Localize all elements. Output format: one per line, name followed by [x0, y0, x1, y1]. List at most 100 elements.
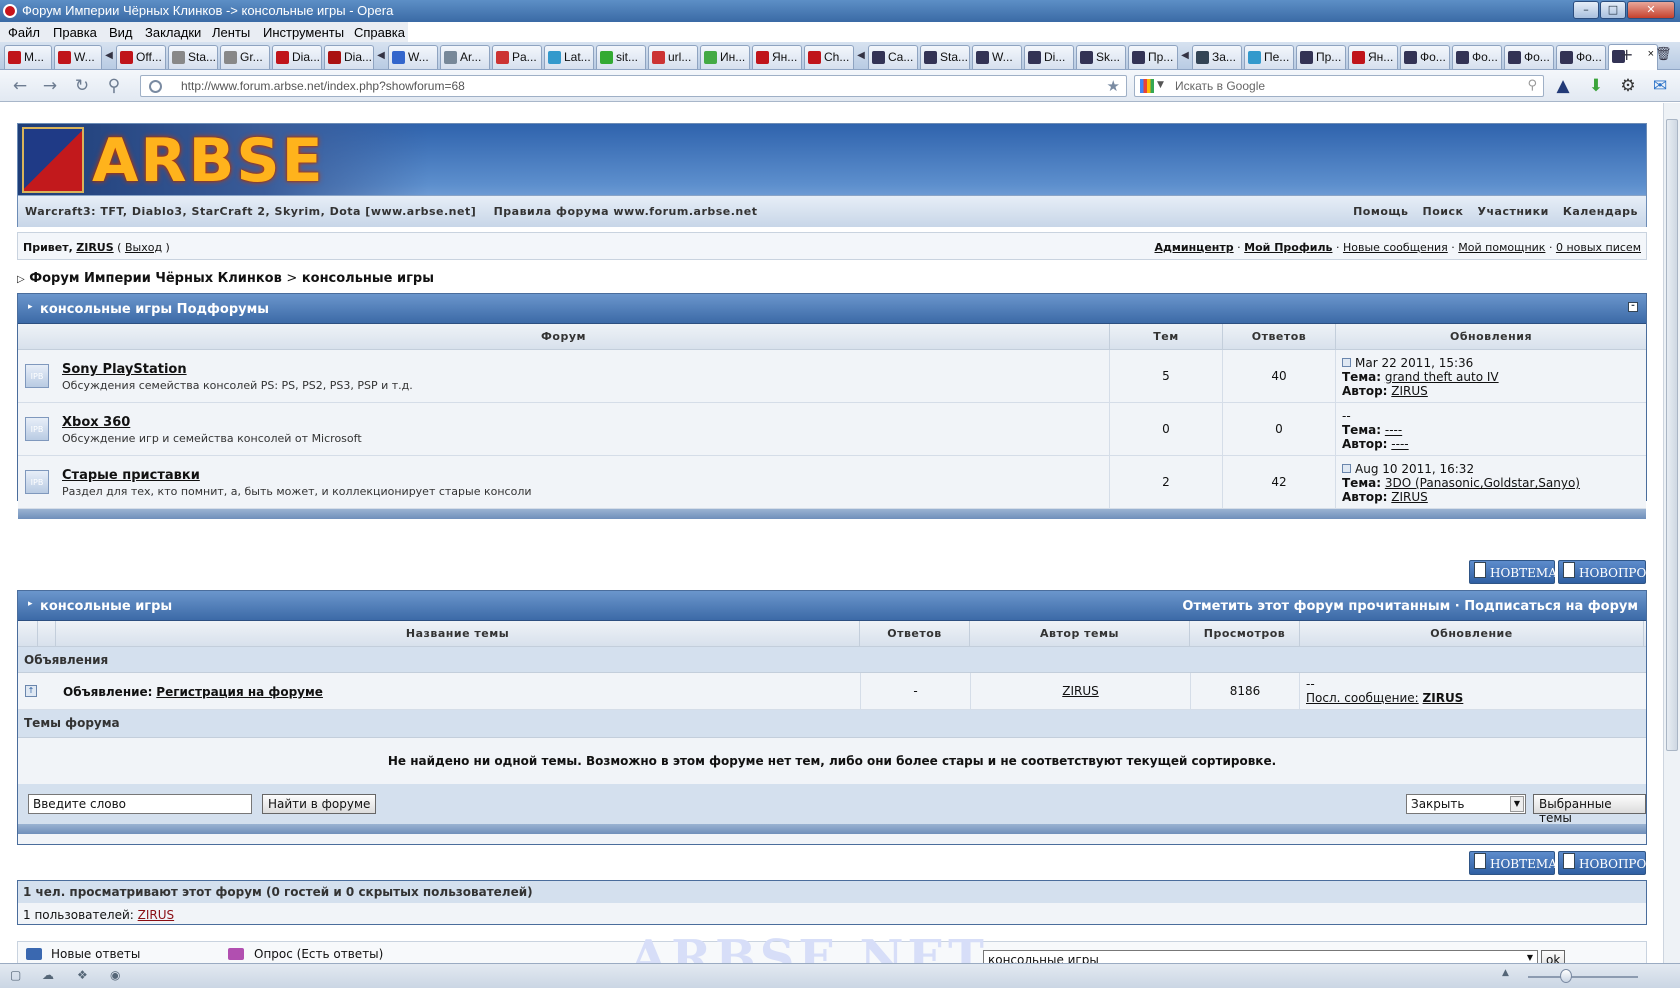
menu-file[interactable]: Файл [8, 25, 40, 40]
last-topic-link[interactable]: 3DO (Panasonic,Goldstar,Sanyo) [1385, 476, 1580, 490]
profile-link[interactable]: Мой Профиль [1244, 241, 1332, 254]
menu-tools[interactable]: Инструменты [263, 25, 344, 40]
banner-logo[interactable]: ARBSE [92, 126, 325, 196]
menu-bookmarks[interactable]: Закладки [145, 25, 201, 40]
forum-icon[interactable]: IPB [25, 470, 49, 494]
tab[interactable]: Фо... [1452, 45, 1502, 69]
menu-edit[interactable]: Правка [53, 25, 97, 40]
menu-help[interactable]: Справка [354, 25, 405, 40]
new-poll-button[interactable]: НОВОПРОС [1558, 560, 1656, 584]
tab[interactable]: Фо... [1400, 45, 1450, 69]
menu-view[interactable]: Вид [109, 25, 133, 40]
zoom-handle[interactable] [1560, 969, 1572, 983]
calendar-link[interactable]: Календарь [1563, 205, 1638, 218]
user-link[interactable]: ZIRUS [76, 241, 113, 254]
tab[interactable]: Pa... [492, 45, 542, 69]
tab[interactable]: Off... [116, 45, 166, 69]
tab[interactable]: Ян... [1348, 45, 1398, 69]
banner-tagline[interactable]: Warcraft3: TFT, Diablo3, StarCraft 2, Sk… [25, 205, 757, 218]
reload-icon[interactable]: ↻ [72, 76, 92, 96]
new-posts-link[interactable]: Новые сообщения [1343, 241, 1448, 254]
tab[interactable]: Di... [1024, 45, 1074, 69]
breadcrumb-root[interactable]: Форум Империи Чёрных Клинков [29, 271, 282, 286]
forum-jump-select[interactable]: консольные игры ▼ [983, 950, 1538, 963]
tab[interactable]: Ch... [804, 45, 854, 69]
forum-actions[interactable]: Отметить этот форум прочитанным · Подпис… [1182, 599, 1638, 614]
forum-jump-ok[interactable]: ok [1541, 950, 1566, 963]
logout-link[interactable]: Выход [125, 241, 162, 254]
trash-icon[interactable]: 🗑 [1655, 47, 1672, 62]
last-author-link[interactable]: ZIRUS [1391, 384, 1428, 398]
breadcrumb-current[interactable]: консольные игры [302, 271, 434, 286]
close-window-button[interactable]: ✕ [1627, 1, 1675, 19]
tab[interactable]: Фо... [1504, 45, 1554, 69]
last-topic-link[interactable]: grand theft auto IV [1385, 370, 1499, 384]
last-topic-link[interactable]: ---- [1385, 423, 1402, 437]
tab-scroll-left-icon[interactable]: ◀ [104, 50, 114, 64]
chevron-down-icon[interactable]: ▼ [1157, 80, 1164, 90]
tab[interactable]: Пр... [1128, 45, 1178, 69]
moderation-select[interactable]: Закрыть ▼ [1406, 794, 1526, 814]
maximize-button[interactable]: □ [1600, 1, 1626, 19]
tab[interactable]: W... [388, 45, 438, 69]
extension-icon[interactable]: ⚙ [1618, 76, 1638, 96]
menu-feeds[interactable]: Ленты [212, 25, 250, 40]
tab[interactable]: W... [972, 45, 1022, 69]
last-post-icon[interactable] [1342, 464, 1351, 473]
tab-scroll-left-icon[interactable]: ◀ [856, 50, 866, 64]
download-icon[interactable]: ⬇ [1586, 76, 1606, 96]
tab[interactable]: Ян... [752, 45, 802, 69]
members-link[interactable]: Участники [1477, 205, 1548, 218]
tab[interactable]: Dia... [324, 45, 374, 69]
google-icon[interactable] [1140, 79, 1154, 93]
tab[interactable]: Gr... [220, 45, 270, 69]
scrollbar-thumb[interactable] [1666, 119, 1678, 751]
new-poll-button-bottom[interactable]: НОВОПРОС [1558, 851, 1656, 875]
tab[interactable]: Lat... [544, 45, 594, 69]
key-icon[interactable]: ⚲ [104, 76, 124, 96]
bookmark-star-icon[interactable]: ★ [1107, 77, 1120, 95]
selected-topics-button[interactable]: Выбранные темы [1533, 794, 1646, 825]
unite-icon[interactable]: ❖ [77, 968, 88, 982]
tab[interactable]: W... [54, 45, 102, 69]
tab[interactable]: url... [648, 45, 698, 69]
last-post-icon[interactable] [1342, 358, 1351, 367]
tab[interactable]: Ин... [700, 45, 750, 69]
cloud-icon[interactable]: ☁ [42, 968, 54, 982]
search-field[interactable]: ▼ Искать в Google ⚲ [1134, 75, 1544, 97]
announcement-author[interactable]: ZIRUS [1062, 684, 1099, 698]
minimize-button[interactable]: – [1573, 1, 1599, 19]
tab[interactable]: Sk... [1076, 45, 1126, 69]
forward-icon[interactable]: → [40, 76, 60, 96]
last-author-link[interactable]: ZIRUS [1391, 490, 1428, 504]
subforum-link[interactable]: Sony PlayStation [62, 362, 187, 377]
last-post-user[interactable]: ZIRUS [1423, 691, 1464, 705]
tab-active[interactable]: × [1608, 44, 1658, 70]
online-user-link[interactable]: ZIRUS [138, 908, 175, 922]
announcement-link[interactable]: Регистрация на форуме [156, 685, 323, 699]
subforum-link[interactable]: Xbox 360 [62, 415, 130, 430]
tab-scroll-left-icon[interactable]: ◀ [376, 50, 386, 64]
vertical-scrollbar[interactable] [1663, 103, 1680, 963]
address-field[interactable]: http://www.forum.arbse.net/index.php?sho… [140, 75, 1127, 97]
forum-search-button[interactable]: Найти в форуме [262, 794, 377, 814]
last-author-link[interactable]: ---- [1391, 437, 1408, 451]
help-link[interactable]: Помощь [1353, 205, 1408, 218]
admin-link[interactable]: Админцентр [1154, 241, 1233, 254]
zoom-slider[interactable] [1528, 976, 1638, 978]
tab-close-icon[interactable]: × [1648, 48, 1654, 60]
new-tab-icon[interactable]: + [1620, 45, 1633, 64]
search-link[interactable]: Поиск [1423, 205, 1464, 218]
tab-scroll-left-icon[interactable]: ◀ [1180, 50, 1190, 64]
zoom-out-icon[interactable]: ▲ [1502, 968, 1509, 978]
opera-logo-icon[interactable] [3, 4, 17, 18]
speed-dial-icon[interactable]: ◉ [110, 968, 120, 982]
chevron-down-icon[interactable]: ▼ [1510, 796, 1524, 812]
tab[interactable]: Ar... [440, 45, 490, 69]
tab[interactable]: sit... [596, 45, 646, 69]
panel-toggle-icon[interactable]: ▢ [10, 968, 21, 982]
forum-search-input[interactable]: Введите слово [28, 794, 252, 814]
mail-icon[interactable]: ✉ [1650, 76, 1670, 96]
tab[interactable]: Пр... [1296, 45, 1346, 69]
tab[interactable]: Пе... [1244, 45, 1294, 69]
